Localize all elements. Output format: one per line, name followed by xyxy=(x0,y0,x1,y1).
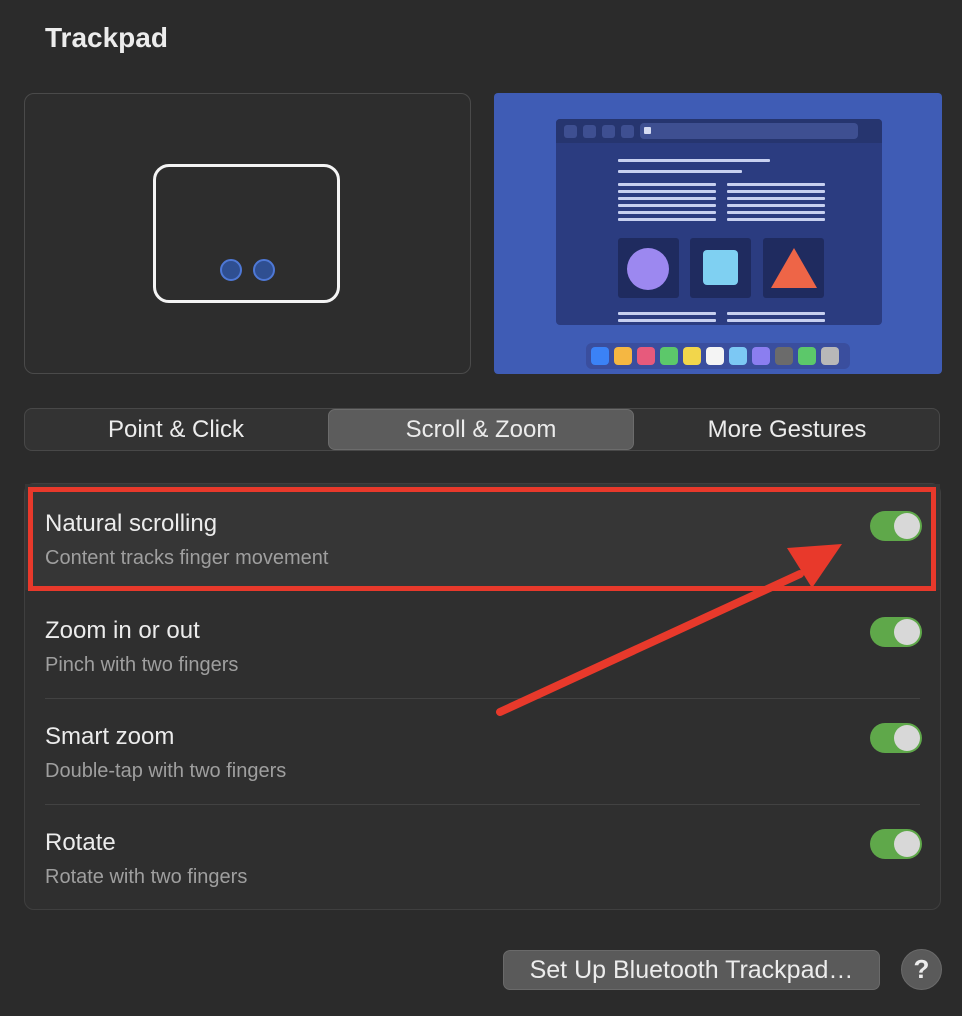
annotation-arrow-icon xyxy=(496,544,842,716)
setup-bluetooth-trackpad-button[interactable]: Set Up Bluetooth Trackpad… xyxy=(503,950,880,990)
help-button[interactable]: ? xyxy=(901,949,942,990)
